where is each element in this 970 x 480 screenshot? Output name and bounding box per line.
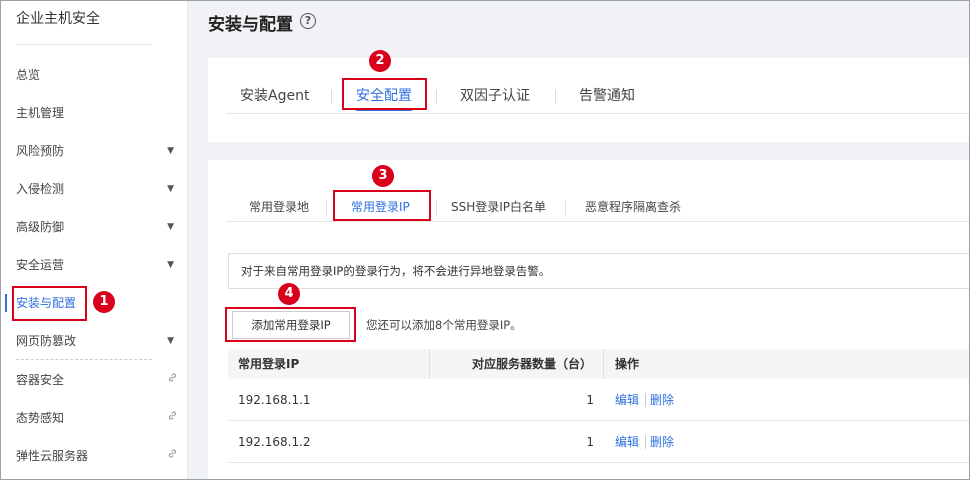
notice-text: 对于来自常用登录IP的登录行为，将不会进行异地登录告警。 <box>241 264 551 278</box>
subtab-label: 恶意程序隔离查杀 <box>585 200 682 214</box>
sidebar-item-label: 风险预防 <box>16 144 65 158</box>
sidebar-item-overview[interactable]: 总览 <box>0 56 188 94</box>
table-header: 常用登录IP 对应服务器数量（台） 操作 <box>228 349 970 379</box>
subtabs-baseline <box>226 221 970 222</box>
sidebar-item-situation-awareness[interactable]: 态势感知 <box>0 399 188 437</box>
sidebar-item-web-tamper-protection[interactable]: 网页防篡改 ▼ <box>0 322 188 360</box>
active-indicator <box>5 294 7 312</box>
column-divider <box>429 349 430 379</box>
sidebar-item-label: 高级防御 <box>16 220 65 234</box>
subtab-label: 常用登录IP <box>351 200 410 214</box>
action-divider <box>645 435 646 449</box>
ip-cell: 192.168.1.1 <box>238 393 311 407</box>
tab-install-agent[interactable]: 安装Agent <box>240 78 309 114</box>
remaining-quota-hint: 您还可以添加8个常用登录IP。 <box>366 318 522 332</box>
tab-security-config[interactable]: 安全配置 <box>356 78 412 114</box>
edit-link[interactable]: 编辑 <box>615 379 639 421</box>
sidebar-item-intrusion-detection[interactable]: 入侵检测 ▼ <box>0 170 188 208</box>
tab-divider <box>565 201 566 215</box>
delete-link[interactable]: 删除 <box>650 379 674 421</box>
page-title: 安装与配置 <box>208 15 293 35</box>
sidebar-item-label: 总览 <box>16 68 41 82</box>
edit-link[interactable]: 编辑 <box>615 421 639 463</box>
tab-label: 双因子认证 <box>460 88 530 104</box>
tab-two-factor-auth[interactable]: 双因子认证 <box>460 78 530 114</box>
tab-divider <box>331 90 332 104</box>
sidebar-item-label: 安装与配置 <box>16 296 77 310</box>
sidebar-item-label: 网页防篡改 <box>16 334 77 348</box>
annotation-badge-4: 4 <box>278 283 300 305</box>
tab-alarm-notification[interactable]: 告警通知 <box>579 78 635 114</box>
tab-divider <box>436 90 437 104</box>
subtab-malware-isolation[interactable]: 恶意程序隔离查杀 <box>585 192 681 222</box>
chevron-down-icon: ▼ <box>167 336 174 346</box>
chevron-down-icon: ▼ <box>167 184 174 194</box>
action-divider <box>645 393 646 407</box>
sidebar-item-advanced-defense[interactable]: 高级防御 ▼ <box>0 208 188 246</box>
tab-divider <box>436 201 437 215</box>
sidebar-item-ecs[interactable]: 弹性云服务器 <box>0 437 188 475</box>
ip-cell: 192.168.1.2 <box>238 435 311 449</box>
sidebar-item-label: 安全运营 <box>16 258 65 272</box>
annotation-badge-1: 1 <box>93 291 115 313</box>
subtab-common-login-ip[interactable]: 常用登录IP <box>351 192 410 222</box>
add-common-login-ip-button[interactable]: 添加常用登录IP <box>232 311 350 339</box>
chevron-down-icon: ▼ <box>167 146 174 156</box>
sidebar-item-host-management[interactable]: 主机管理 <box>0 94 188 132</box>
sidebar-item-label: 容器安全 <box>16 373 65 387</box>
tab-label: 安装Agent <box>240 88 310 104</box>
help-icon[interactable]: ? <box>300 13 316 29</box>
subtab-common-login-location[interactable]: 常用登录地 <box>249 192 309 222</box>
tabs-baseline <box>226 113 970 114</box>
annotation-badge-3: 3 <box>372 165 394 187</box>
link-icon <box>167 437 178 475</box>
link-icon <box>167 399 178 437</box>
sidebar-divider <box>16 359 152 360</box>
sidebar-item-label: 态势感知 <box>16 411 65 425</box>
tab-divider <box>326 201 327 215</box>
delete-link[interactable]: 删除 <box>650 421 674 463</box>
tab-divider <box>555 90 556 104</box>
table-row: 192.168.1.1 1 编辑 删除 <box>228 379 970 421</box>
subtab-ssh-whitelist[interactable]: SSH登录IP白名单 <box>451 192 546 222</box>
column-header-server-count: 对应服务器数量（台） <box>472 357 593 371</box>
server-count-cell: 1 <box>586 393 594 407</box>
sidebar-item-label: 入侵检测 <box>16 182 65 196</box>
column-header-ip: 常用登录IP <box>238 357 300 371</box>
link-icon <box>167 361 178 399</box>
column-header-actions: 操作 <box>615 357 640 371</box>
sidebar-divider <box>16 44 152 45</box>
chevron-down-icon: ▼ <box>167 222 174 232</box>
sidebar-item-container-security[interactable]: 容器安全 <box>0 361 188 399</box>
sidebar: 企业主机安全 总览 主机管理 风险预防 ▼ 入侵检测 ▼ 高级防御 ▼ 安全运营… <box>0 0 188 480</box>
subtab-label: SSH登录IP白名单 <box>451 200 547 214</box>
tab-label: 告警通知 <box>579 88 635 104</box>
sidebar-title: 企业主机安全 <box>16 11 100 27</box>
column-divider <box>603 349 604 379</box>
sidebar-item-security-operations[interactable]: 安全运营 ▼ <box>0 246 188 284</box>
sidebar-item-label: 主机管理 <box>16 106 65 120</box>
server-count-cell: 1 <box>586 435 594 449</box>
subtab-label: 常用登录地 <box>249 200 310 214</box>
sidebar-item-label: 弹性云服务器 <box>16 449 89 463</box>
info-notice: 对于来自常用登录IP的登录行为，将不会进行异地登录告警。 <box>228 253 970 289</box>
table-row: 192.168.1.2 1 编辑 删除 <box>228 421 970 463</box>
chevron-down-icon: ▼ <box>167 260 174 270</box>
annotation-badge-2: 2 <box>369 50 391 72</box>
sidebar-item-risk-prevention[interactable]: 风险预防 ▼ <box>0 132 188 170</box>
active-tab-underline <box>356 109 412 111</box>
tab-label: 安全配置 <box>356 88 412 104</box>
